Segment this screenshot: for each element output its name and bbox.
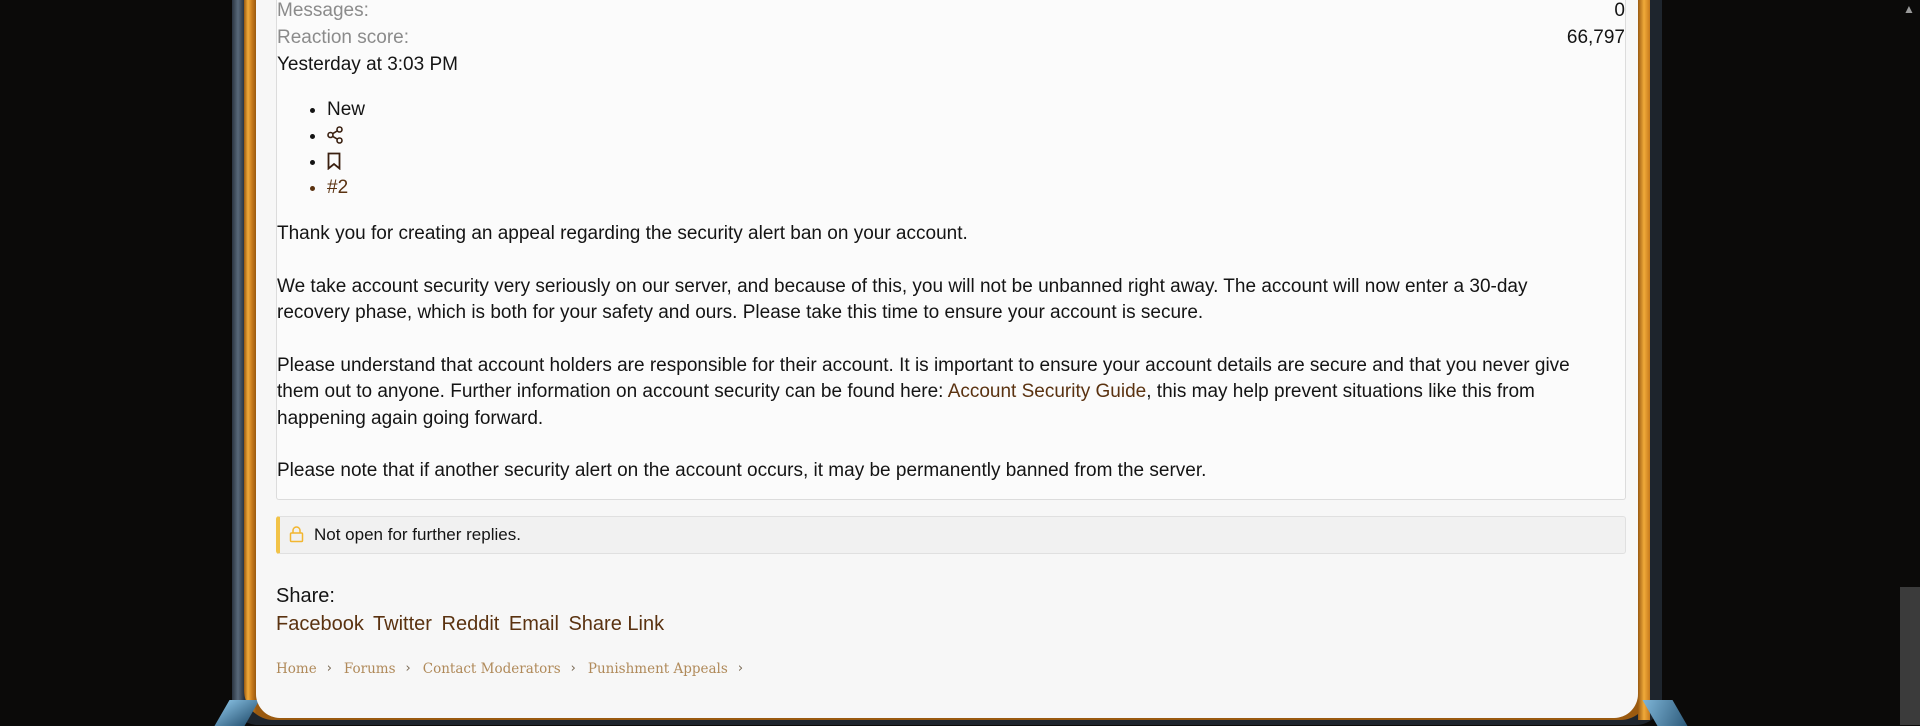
scroll-up-icon[interactable]: ▲ — [1903, 2, 1915, 16]
paragraph: We take account security very seriously … — [277, 275, 1528, 324]
page-container: Messages: 0 Reaction score: 66,797 Yeste… — [256, 0, 1638, 718]
new-label: New — [327, 97, 1625, 123]
share-twitter-link[interactable]: Twitter — [373, 613, 432, 635]
breadcrumb-punishment-appeals[interactable]: Punishment Appeals — [588, 661, 728, 677]
breadcrumb: Home › Forums › Contact Moderators › Pun… — [276, 661, 1626, 677]
scrollbar-thumb[interactable] — [1900, 587, 1920, 725]
stat-value: 66,797 — [1566, 27, 1625, 48]
frame-corner-right — [1642, 700, 1688, 726]
stat-value: 0 — [1614, 0, 1625, 21]
main-content: Messages: 0 Reaction score: 66,797 Yeste… — [276, 0, 1626, 677]
closed-thread-notice: Not open for further replies. — [276, 515, 1626, 554]
stat-reaction-score: Reaction score: 66,797 — [277, 27, 1625, 54]
breadcrumb-home[interactable]: Home — [276, 661, 317, 677]
notice-text: Not open for further replies. — [314, 524, 521, 544]
share-links: Facebook Twitter Reddit Email Share Link — [276, 610, 1626, 638]
breadcrumb-forums[interactable]: Forums — [344, 661, 396, 677]
post-message: Messages: 0 Reaction score: 66,797 Yeste… — [276, 0, 1626, 500]
lock-icon — [289, 526, 304, 543]
share-action[interactable] — [327, 123, 1625, 149]
paragraph: Thank you for creating an appeal regardi… — [277, 223, 968, 244]
share-icon[interactable] — [327, 125, 343, 146]
share-facebook-link[interactable]: Facebook — [276, 613, 364, 635]
post-number-link[interactable]: #2 — [327, 175, 1625, 201]
breadcrumb-contact-moderators[interactable]: Contact Moderators — [423, 661, 561, 677]
chevron-right-icon: › — [405, 661, 411, 676]
security-guide-link[interactable]: Account Security Guide — [948, 381, 1147, 402]
share-section: Share: Facebook Twitter Reddit Email Sha… — [276, 582, 1626, 638]
stat-messages: Messages: 0 — [277, 0, 1625, 27]
bookmark-icon[interactable] — [327, 151, 341, 172]
chevron-right-icon: › — [570, 661, 576, 676]
stat-label: Messages: — [277, 0, 369, 21]
share-title: Share: — [276, 584, 335, 607]
stat-label: Reaction score: — [277, 27, 410, 48]
chevron-right-icon: › — [326, 661, 332, 676]
paragraph: Please note that if another security ale… — [277, 460, 1207, 481]
chevron-right-icon: › — [737, 661, 744, 676]
bookmark-action[interactable] — [327, 149, 1625, 175]
post-body: Thank you for creating an appeal regardi… — [277, 221, 1625, 485]
share-email-link[interactable]: Email — [509, 613, 559, 635]
post-actions: New — [277, 97, 1625, 201]
paragraph-with-link: Please understand that account holders a… — [277, 353, 1605, 433]
share-link-link[interactable]: Share Link — [568, 613, 664, 635]
post-date[interactable]: Yesterday at 3:03 PM — [277, 54, 1625, 81]
share-reddit-link[interactable]: Reddit — [442, 613, 500, 635]
